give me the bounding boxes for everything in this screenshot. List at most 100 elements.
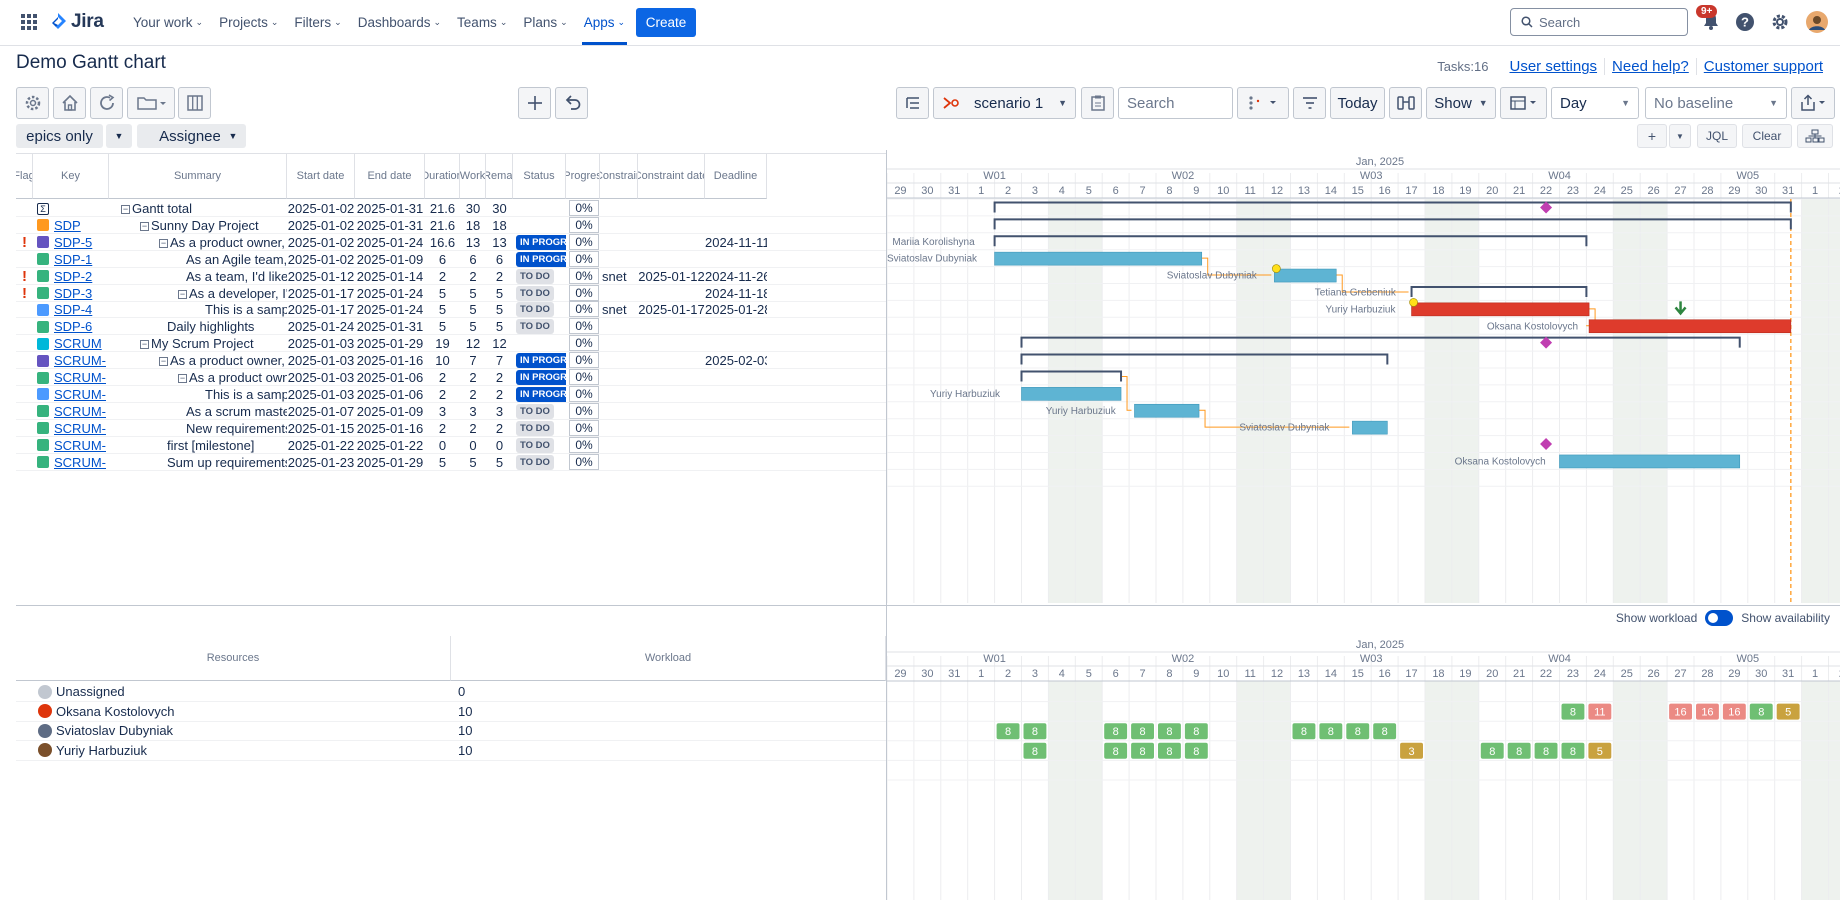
column-header[interactable]: Duration xyxy=(425,154,460,199)
issue-key-link[interactable]: SDP-6 xyxy=(54,319,92,334)
today-button[interactable]: Today xyxy=(1330,87,1385,119)
warning-icon[interactable] xyxy=(1409,298,1418,307)
filter-button[interactable] xyxy=(1293,87,1326,119)
home-button[interactable] xyxy=(53,87,86,119)
status-badge[interactable]: IN PROGRESS xyxy=(516,386,566,402)
user-settings-link[interactable]: User settings xyxy=(1503,58,1606,75)
hierarchy-button[interactable] xyxy=(1797,124,1833,148)
baseline-select[interactable]: No baseline ▼ xyxy=(1645,87,1787,119)
task-bar[interactable] xyxy=(1588,319,1792,334)
table-row[interactable]: Σ − Gantt total 2025-01-02 2025-01-31 21.6 30 3… xyxy=(16,200,886,217)
status-badge[interactable]: IN PROGRESS xyxy=(516,234,566,250)
column-header[interactable]: Summary xyxy=(109,154,287,199)
column-header[interactable]: Status xyxy=(513,154,566,199)
nav-item-your-work[interactable]: Your work ⌄ xyxy=(127,0,209,45)
table-row[interactable]: SDP − Sunny Day Project 2025-01-02 2025-01-3… xyxy=(16,216,886,234)
table-row[interactable]: SDP-6 Daily highlights 2025-01-24 2025-01-3… xyxy=(16,318,886,336)
nav-item-filters[interactable]: Filters ⌄ xyxy=(288,0,347,45)
nav-item-dashboards[interactable]: Dashboards ⌄ xyxy=(352,0,447,45)
assignee-dropdown[interactable]: ▼ xyxy=(220,124,246,148)
task-bar[interactable] xyxy=(1274,268,1337,283)
task-bar[interactable] xyxy=(1411,302,1590,317)
issue-key-link[interactable]: SDP-1 xyxy=(54,252,92,267)
open-project-dropdown[interactable] xyxy=(127,87,175,119)
undo-button[interactable] xyxy=(555,87,588,119)
global-search-input[interactable]: Search xyxy=(1510,8,1688,36)
collapse-toggle-icon[interactable]: − xyxy=(159,238,168,248)
zoom-fit-button[interactable] xyxy=(1389,87,1422,119)
task-bar[interactable] xyxy=(994,251,1203,266)
task-bar[interactable] xyxy=(1352,420,1388,435)
collapse-toggle-icon[interactable]: − xyxy=(159,357,168,367)
table-row[interactable]: SDP-4This is a sample t2025-01-172025-01… xyxy=(16,301,886,319)
customer-support-link[interactable]: Customer support xyxy=(1697,58,1830,75)
status-badge[interactable]: TO DO xyxy=(516,268,554,284)
table-row[interactable]: SDP-1As an Agile team, I'd2025-01-022025… xyxy=(16,250,886,268)
status-badge[interactable]: TO DO xyxy=(516,454,554,470)
table-row[interactable]: !SDP-2As a team, I'd like to c2025-01-12… xyxy=(16,267,886,285)
issue-key-link[interactable]: SCRUM- xyxy=(54,404,106,419)
column-header[interactable]: Work xyxy=(460,154,486,199)
issue-key-link[interactable]: SDP-2 xyxy=(54,269,92,284)
task-bar[interactable] xyxy=(1134,403,1200,418)
status-badge[interactable]: IN PROGRESS xyxy=(516,370,566,385)
columns-button[interactable] xyxy=(178,87,211,119)
jql-button[interactable]: JQL xyxy=(1697,124,1737,148)
critical-path-dropdown[interactable] xyxy=(1237,87,1289,119)
settings-icon[interactable] xyxy=(1770,12,1790,32)
status-badge[interactable]: TO DO xyxy=(516,403,554,419)
workload-splitter[interactable] xyxy=(16,605,1840,606)
filter-more-dropdown[interactable]: ▼ xyxy=(1669,124,1691,148)
resources-header[interactable]: Resources xyxy=(16,636,451,681)
clipboard-button[interactable] xyxy=(1081,87,1114,119)
create-button[interactable]: Create xyxy=(636,8,696,37)
column-header[interactable]: Constrain xyxy=(600,154,638,199)
column-header[interactable]: End date xyxy=(355,154,425,199)
status-badge[interactable]: TO DO xyxy=(516,302,554,318)
collapse-toggle-icon[interactable]: − xyxy=(178,374,187,384)
column-header[interactable]: Start date xyxy=(287,154,355,199)
column-header[interactable]: Flag xyxy=(16,154,33,199)
workload-availability-toggle[interactable] xyxy=(1705,610,1734,626)
outline-button[interactable] xyxy=(896,87,929,119)
column-header[interactable]: Remai xyxy=(486,154,513,199)
status-badge[interactable]: TO DO xyxy=(516,420,554,436)
flag-cell[interactable] xyxy=(16,454,33,474)
issue-key-link[interactable]: SCRUM xyxy=(54,336,102,351)
epics-only-filter[interactable]: epics only xyxy=(16,124,103,148)
resource-row[interactable]: Oksana Kostolovych 10 xyxy=(16,702,886,722)
add-filter-button[interactable]: + xyxy=(1637,124,1667,148)
table-row[interactable]: !SDP-5−As a product owner, I'd like2025-… xyxy=(16,233,886,251)
nav-item-plans[interactable]: Plans ⌄ xyxy=(517,0,573,45)
table-row[interactable]: SCRUM-−As a product owner, I'd lik2025-0… xyxy=(16,352,886,370)
resource-row[interactable]: Yuriy Harbuziuk 10 xyxy=(16,741,886,761)
status-badge[interactable]: TO DO xyxy=(516,319,554,335)
table-row[interactable]: SCRUM-This is a sample t2025-01-032025-0… xyxy=(16,385,886,403)
clear-button[interactable]: Clear xyxy=(1742,124,1792,148)
issue-key-link[interactable]: SCRUM- xyxy=(54,370,106,385)
scale-select[interactable]: Day ▼ xyxy=(1551,87,1639,119)
add-task-button[interactable] xyxy=(518,87,551,119)
show-dropdown[interactable]: Show ▼ xyxy=(1426,87,1496,119)
nav-item-projects[interactable]: Projects ⌄ xyxy=(213,0,284,45)
collapse-toggle-icon[interactable]: − xyxy=(178,289,187,299)
table-row[interactable]: SCRUM- Sum up requirements 2025-01-23 2025-… xyxy=(16,453,886,474)
scenario-dropdown[interactable]: scenario 1 ▼ xyxy=(933,87,1076,119)
issue-key-link[interactable]: SDP xyxy=(54,218,81,233)
collapse-toggle-icon[interactable]: − xyxy=(140,221,149,231)
issue-key-link[interactable]: SDP-4 xyxy=(54,302,92,317)
epics-only-dropdown[interactable]: ▼ xyxy=(106,124,132,148)
table-row[interactable]: SCRUM-As a scrum master, I'2025-01-07202… xyxy=(16,402,886,420)
status-badge[interactable]: IN PROGRESS xyxy=(516,251,566,267)
refresh-button[interactable] xyxy=(90,87,123,119)
issue-key-link[interactable]: SCRUM- xyxy=(54,455,106,470)
status-badge[interactable]: IN PROGRESS xyxy=(516,353,566,369)
column-header[interactable]: Key xyxy=(33,154,109,199)
table-row[interactable]: SCRUM-−As a product owner, I2025-01-0320… xyxy=(16,369,886,386)
issue-key-link[interactable]: SCRUM- xyxy=(54,387,106,402)
status-badge[interactable]: TO DO xyxy=(516,437,554,453)
status-badge[interactable]: TO DO xyxy=(516,285,554,301)
issue-key-link[interactable]: SDP-5 xyxy=(54,235,92,250)
need-help-link[interactable]: Need help? xyxy=(1605,58,1697,75)
task-bar[interactable] xyxy=(1559,454,1741,469)
